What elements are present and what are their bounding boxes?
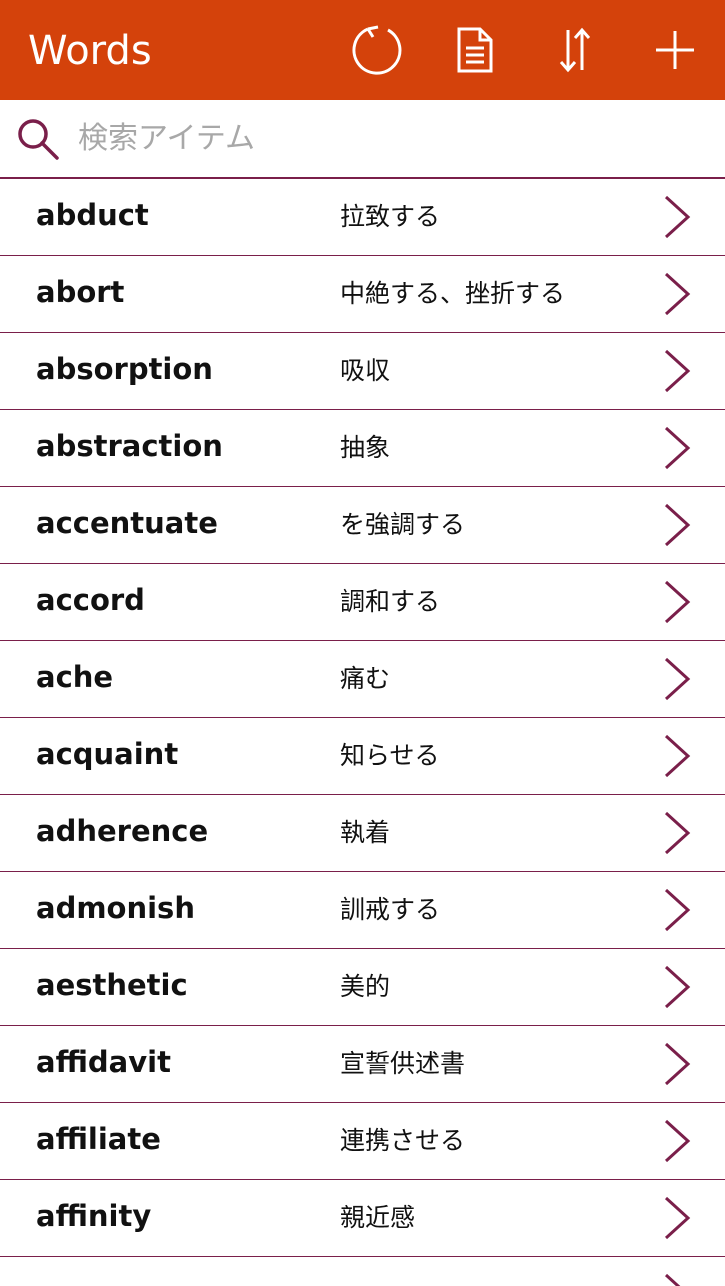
header-bar: Words	[0, 0, 725, 100]
meaning-text: を強調する	[340, 510, 466, 539]
word-text: abstraction	[36, 429, 223, 463]
list-item[interactable]: absorption 吸収	[0, 333, 725, 410]
meaning-text: 吸収	[340, 356, 391, 385]
app-screen: Words 検索アイテム abduct 拉致する abort 中絶する、挫折する…	[0, 0, 725, 1286]
word-text: abort	[36, 275, 125, 309]
chevron-right-icon	[664, 965, 691, 1009]
word-text: accentuate	[36, 506, 218, 540]
meaning-text: 訓戒する	[340, 895, 441, 924]
meaning-text: 痛む	[340, 664, 391, 693]
add-icon	[656, 31, 694, 69]
word-text: absorption	[36, 352, 213, 386]
list-item[interactable]: abort 中絶する、挫折する	[0, 256, 725, 333]
chevron-right-icon	[664, 349, 691, 393]
word-text: affiliate	[36, 1122, 161, 1156]
chevron-right-icon	[664, 657, 691, 701]
chevron-right-icon	[664, 1042, 691, 1086]
list-item[interactable]: adherence 執着	[0, 795, 725, 872]
chevron-right-icon	[664, 1119, 691, 1163]
document-icon	[457, 27, 493, 73]
meaning-text: 知らせる	[340, 741, 440, 770]
word-text: abduct	[36, 198, 149, 232]
search-bar	[0, 100, 725, 179]
refresh-button[interactable]	[348, 22, 404, 78]
list-item[interactable]: accord 調和する	[0, 564, 725, 641]
chevron-right-icon	[664, 272, 691, 316]
list-item[interactable]: accentuate を強調する	[0, 487, 725, 564]
list-item[interactable]: ache 痛む	[0, 641, 725, 718]
chevron-right-icon	[664, 426, 691, 470]
refresh-icon	[352, 25, 402, 75]
meaning-text: 中絶する、挫折する	[340, 279, 566, 308]
meaning-text: 美的	[340, 972, 391, 1001]
list-item[interactable]: admonish 訓戒する	[0, 872, 725, 949]
word-text: accord	[36, 583, 145, 617]
screen-title: Words	[28, 28, 152, 74]
chevron-right-icon	[664, 734, 691, 778]
add-button[interactable]	[647, 22, 703, 78]
list-item[interactable]: aesthetic 美的	[0, 949, 725, 1026]
word-text: ache	[36, 660, 114, 694]
meaning-text: 抽象	[340, 433, 391, 462]
chevron-right-icon	[664, 503, 691, 547]
word-text: aesthetic	[36, 968, 188, 1002]
meaning-text: 親近感	[340, 1203, 416, 1232]
word-text: affinity	[36, 1199, 152, 1233]
meaning-text: 調和する	[340, 587, 441, 616]
chevron-right-icon	[664, 888, 691, 932]
search-input[interactable]	[78, 116, 698, 160]
search-icon	[18, 119, 59, 160]
chevron-right-icon	[664, 1273, 681, 1286]
chevron-right-icon	[664, 580, 691, 624]
meaning-text: 宣誓供述書	[340, 1049, 466, 1078]
list-item[interactable]: affinity 親近感	[0, 1180, 725, 1257]
chevron-right-icon	[664, 195, 691, 239]
chevron-right-icon	[664, 1196, 691, 1240]
list-item[interactable]: abstraction 抽象	[0, 410, 725, 487]
list-item[interactable]: abduct 拉致する	[0, 179, 725, 256]
word-text: adherence	[36, 814, 209, 848]
sort-icon	[559, 27, 591, 73]
meaning-text: 執着	[340, 818, 391, 847]
meaning-text: 連携させる	[340, 1126, 466, 1155]
sort-button[interactable]	[547, 22, 603, 78]
list-item[interactable]: acquaint 知らせる	[0, 718, 725, 795]
list-item[interactable]: affidavit 宣誓供述書	[0, 1026, 725, 1103]
list-item[interactable]	[0, 1257, 725, 1286]
word-text: acquaint	[36, 737, 179, 771]
word-text: affidavit	[36, 1045, 171, 1079]
document-button[interactable]	[447, 22, 503, 78]
meaning-text: 拉致する	[340, 202, 441, 231]
word-list: abduct 拉致する abort 中絶する、挫折する absorption 吸収 abst…	[0, 179, 725, 1286]
list-item[interactable]: affiliate 連携させる	[0, 1103, 725, 1180]
chevron-right-icon	[664, 811, 691, 855]
word-text: admonish	[36, 891, 195, 925]
